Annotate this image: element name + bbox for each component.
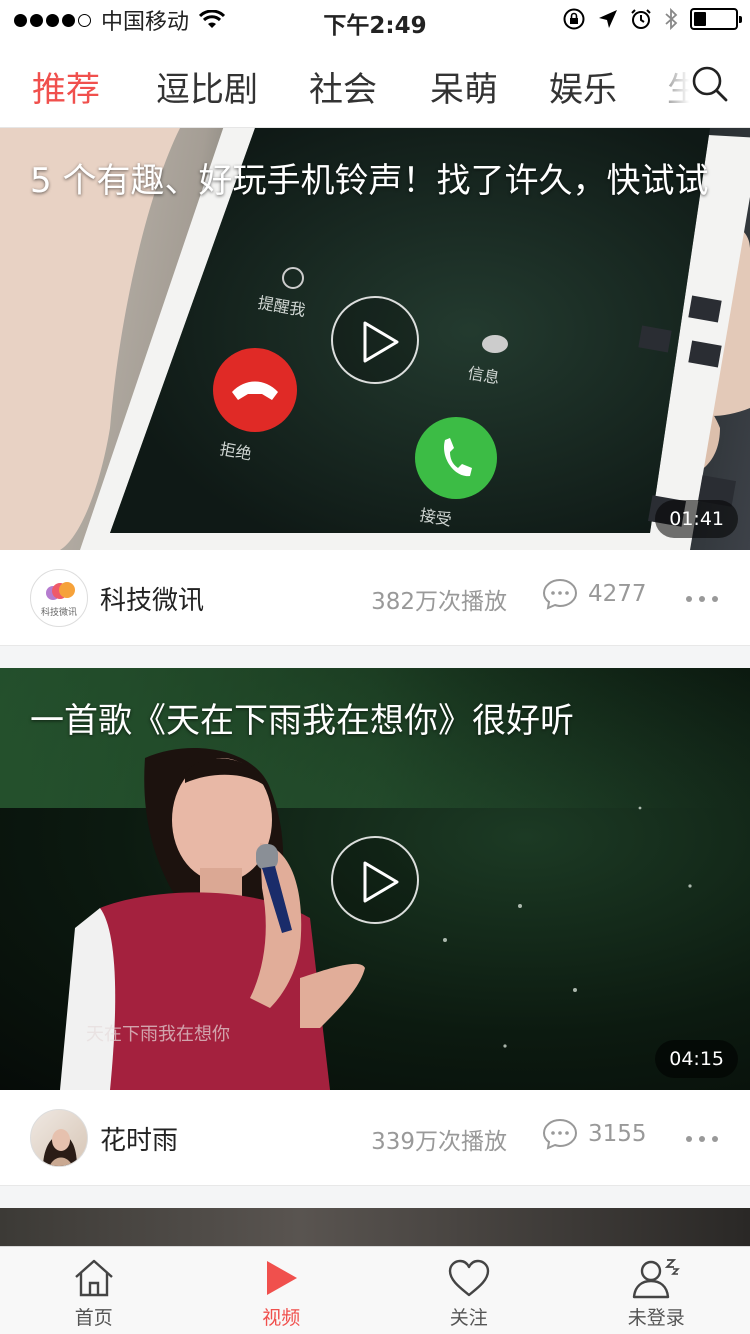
comment-button[interactable]: 4277 bbox=[542, 578, 647, 610]
tabbar-video[interactable]: 视频 bbox=[188, 1247, 376, 1334]
status-bar: 中国移动 下午2:49 bbox=[0, 0, 750, 40]
tabbar-label: 视频 bbox=[262, 1307, 301, 1329]
tab-society[interactable]: 社会 bbox=[309, 62, 377, 111]
video-meta-row: 科技微讯 科技微讯 382万次播放 4277 bbox=[0, 550, 750, 646]
comment-count: 4277 bbox=[588, 581, 647, 607]
play-count: 339万次播放 bbox=[371, 1129, 507, 1155]
home-icon bbox=[74, 1259, 113, 1297]
play-icon bbox=[363, 861, 399, 903]
author-avatar[interactable] bbox=[30, 1109, 88, 1167]
author-photo-icon bbox=[43, 1129, 77, 1166]
video-thumbnail[interactable]: 提醒我 信息 拒绝 接受 5 个有趣、好玩手机铃声！找了许久，快试试 01:41 bbox=[0, 128, 750, 550]
battery-icon bbox=[690, 8, 742, 30]
video-meta-row: 花时雨 339万次播放 3155 bbox=[0, 1090, 750, 1186]
comment-icon bbox=[542, 578, 578, 610]
user-sleep-icon bbox=[633, 1259, 681, 1299]
comment-icon bbox=[542, 1118, 578, 1150]
video-card-partial[interactable] bbox=[0, 1208, 750, 1246]
tab-recommend[interactable]: 推荐 bbox=[32, 62, 100, 111]
video-thumbnail[interactable]: 天在下雨我在想你 一首歌《天在下雨我在想你》很好听 04:15 bbox=[0, 668, 750, 1090]
tab-cute[interactable]: 呆萌 bbox=[430, 62, 498, 111]
video-card: 天在下雨我在想你 一首歌《天在下雨我在想你》很好听 04:15 花时雨 339万… bbox=[0, 668, 750, 1186]
location-icon bbox=[599, 10, 617, 28]
video-thumbnail-partial bbox=[0, 1208, 750, 1246]
tabbar-label: 关注 bbox=[449, 1307, 488, 1329]
video-duration: 04:15 bbox=[655, 1040, 738, 1078]
tab-entertainment[interactable]: 娱乐 bbox=[549, 62, 617, 111]
video-card: 提醒我 信息 拒绝 接受 5 个有趣、好玩手机铃声！找了许久，快试试 01:41… bbox=[0, 128, 750, 646]
play-count: 382万次播放 bbox=[371, 589, 507, 615]
more-options-icon[interactable] bbox=[686, 596, 718, 602]
author-name[interactable]: 科技微讯 bbox=[100, 580, 204, 617]
bottom-tab-bar: 首页 视频 关注 未登录 bbox=[0, 1246, 750, 1334]
alarm-icon bbox=[631, 9, 651, 29]
search-icon[interactable] bbox=[690, 64, 730, 104]
author-name[interactable]: 花时雨 bbox=[100, 1120, 178, 1157]
play-icon bbox=[363, 321, 399, 363]
tabbar-label: 未登录 bbox=[627, 1307, 685, 1329]
avatar-text: 科技微讯 bbox=[40, 608, 77, 618]
video-duration: 01:41 bbox=[655, 500, 738, 538]
tabbar-label: 首页 bbox=[74, 1307, 113, 1329]
video-subtitle: 天在下雨我在想你 bbox=[86, 1024, 230, 1045]
video-title[interactable]: 5 个有趣、好玩手机铃声！找了许久，快试试 bbox=[30, 160, 710, 202]
tabbar-follow[interactable]: 关注 bbox=[375, 1247, 563, 1334]
rotation-lock-icon bbox=[563, 8, 585, 30]
play-button[interactable] bbox=[331, 836, 419, 924]
play-button[interactable] bbox=[331, 296, 419, 384]
comment-count: 3155 bbox=[588, 1121, 647, 1147]
author-avatar[interactable]: 科技微讯 bbox=[30, 569, 88, 627]
video-title[interactable]: 一首歌《天在下雨我在想你》很好听 bbox=[30, 700, 710, 742]
video-play-icon bbox=[267, 1261, 298, 1295]
tech-logo-icon bbox=[46, 582, 75, 600]
heart-icon bbox=[448, 1259, 489, 1297]
tabbar-home[interactable]: 首页 bbox=[0, 1247, 188, 1334]
status-right bbox=[562, 7, 742, 31]
bluetooth-icon bbox=[665, 7, 678, 31]
category-tabs: 推荐 逗比剧 社会 呆萌 娱乐 生 bbox=[0, 40, 750, 128]
tabbar-profile[interactable]: 未登录 bbox=[563, 1247, 750, 1334]
more-options-icon[interactable] bbox=[686, 1136, 718, 1142]
comment-button[interactable]: 3155 bbox=[542, 1118, 647, 1150]
tab-comedy[interactable]: 逗比剧 bbox=[156, 62, 258, 111]
